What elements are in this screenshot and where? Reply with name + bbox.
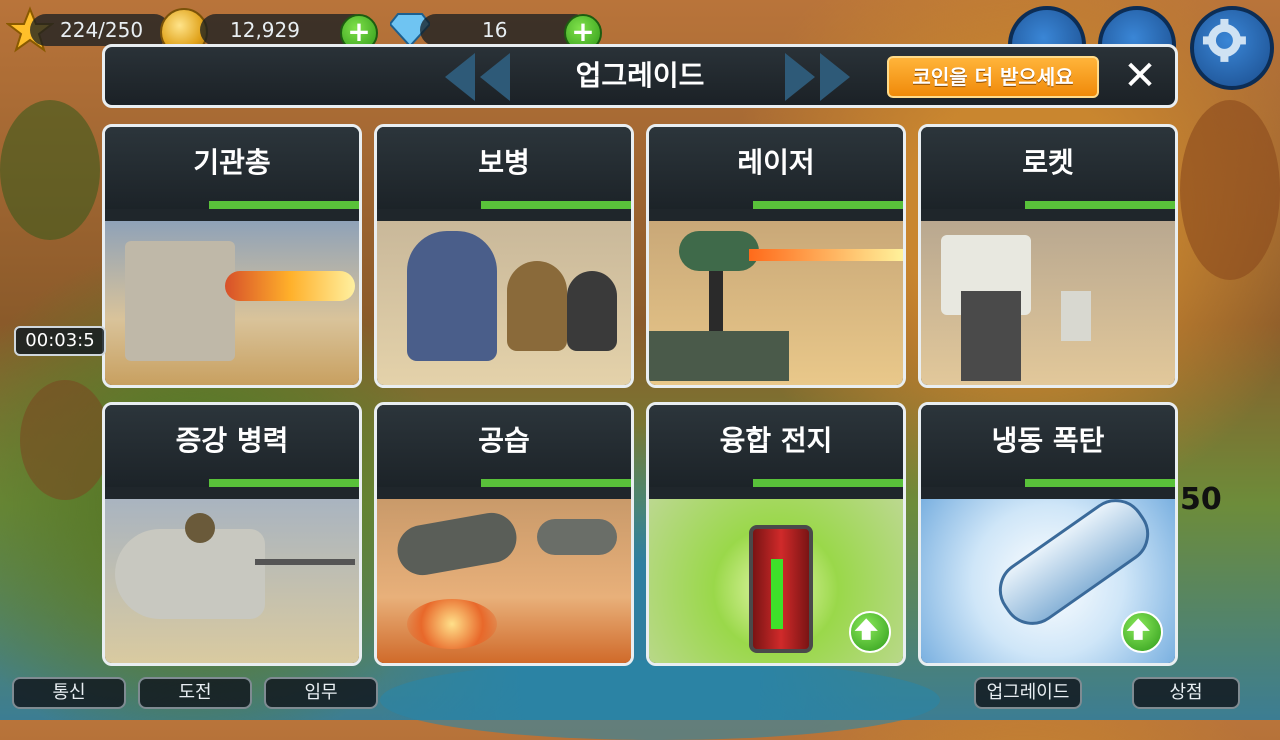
card-header: 기관총: [105, 127, 359, 209]
card-stripe: [1025, 479, 1175, 487]
card-stripe: [209, 201, 359, 209]
card-stripe: [753, 479, 903, 487]
card-image: [377, 221, 631, 385]
coins-value: 12,929: [230, 18, 300, 42]
scenery-tree: [1180, 100, 1280, 280]
card-title: 냉동 폭탄: [991, 424, 1105, 457]
card-header: 냉동 폭탄: [921, 405, 1175, 487]
upgrade-card-rocket[interactable]: 로켓: [918, 124, 1178, 388]
challenge-tab[interactable]: 도전: [138, 677, 252, 709]
upgrade-card-machine-gun[interactable]: 기관총: [102, 124, 362, 388]
stars-value: 224/250: [60, 18, 144, 42]
event-timer: 00:03:5: [14, 326, 106, 356]
level-indicator: 50: [1180, 482, 1222, 517]
shop-tab[interactable]: 상점: [1132, 677, 1240, 709]
upgrade-header: 업그레이드 코인을 더 받으세요 ✕: [102, 44, 1178, 108]
card-title: 로켓: [1022, 146, 1074, 179]
settings-button[interactable]: [1190, 6, 1274, 90]
upgrade-card-reinforcements[interactable]: 증강 병력: [102, 402, 362, 666]
mission-tab[interactable]: 임무: [264, 677, 378, 709]
card-stripe: [209, 479, 359, 487]
card-stripe: [753, 201, 903, 209]
card-header: 증강 병력: [105, 405, 359, 487]
upgrade-available-icon: [849, 611, 891, 653]
card-header: 융합 전지: [649, 405, 903, 487]
card-title: 레이저: [737, 146, 815, 179]
gear-icon: [1202, 18, 1246, 62]
close-button[interactable]: ✕: [1115, 53, 1165, 99]
card-header: 보병: [377, 127, 631, 209]
card-image: [649, 221, 903, 385]
card-header: 로켓: [921, 127, 1175, 209]
comms-tab[interactable]: 통신: [12, 677, 126, 709]
upgrade-card-infantry[interactable]: 보병: [374, 124, 634, 388]
upgrade-available-icon: [1121, 611, 1163, 653]
card-title: 기관총: [193, 146, 271, 179]
card-title: 증강 병력: [175, 424, 289, 457]
upgrade-card-freeze-bomb[interactable]: 냉동 폭탄: [918, 402, 1178, 666]
upgrade-card-laser[interactable]: 레이저: [646, 124, 906, 388]
card-header: 공습: [377, 405, 631, 487]
stars-counter: 224/250: [30, 14, 170, 46]
card-image: [921, 221, 1175, 385]
upgrade-card-fusion-cell[interactable]: 융합 전지: [646, 402, 906, 666]
card-title: 공습: [478, 424, 530, 457]
gems-value: 16: [482, 18, 508, 42]
scenery-rock: [20, 380, 110, 500]
card-title: 융합 전지: [719, 424, 833, 457]
upgrade-card-airstrike[interactable]: 공습: [374, 402, 634, 666]
scenery-water: [380, 660, 940, 740]
card-image: [377, 499, 631, 663]
card-stripe: [1025, 201, 1175, 209]
card-stripe: [481, 201, 631, 209]
card-image: [105, 221, 359, 385]
get-more-coins-button[interactable]: 코인을 더 받으세요: [887, 56, 1099, 98]
scenery-palm: [0, 100, 100, 240]
upgrade-tab[interactable]: 업그레이드: [974, 677, 1082, 709]
card-image: [105, 499, 359, 663]
card-stripe: [481, 479, 631, 487]
card-header: 레이저: [649, 127, 903, 209]
card-title: 보병: [478, 146, 530, 179]
